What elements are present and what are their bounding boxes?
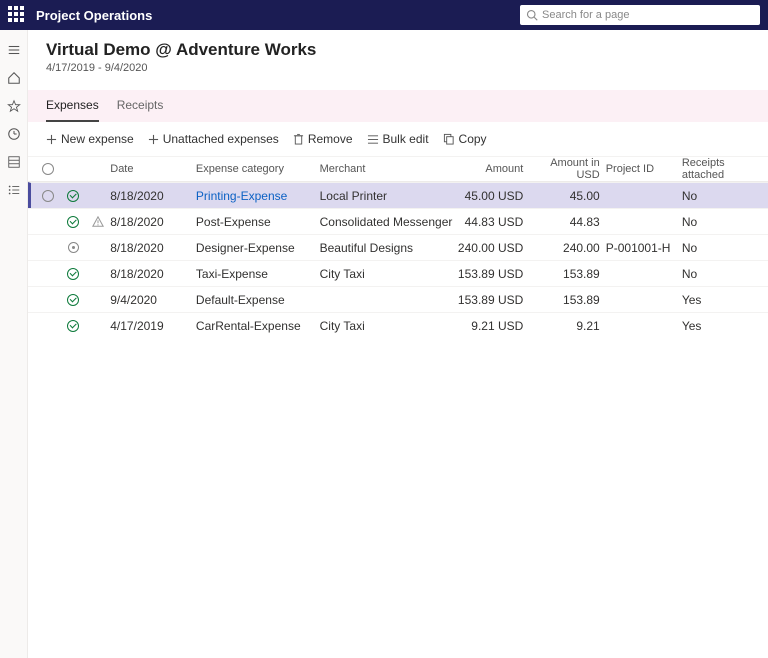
- sidebar-home-icon[interactable]: [0, 64, 27, 92]
- status-ok-icon: [67, 320, 79, 332]
- toolbar: New expense Unattached expenses Remove B…: [28, 122, 768, 156]
- cell-date: 9/4/2020: [110, 293, 196, 307]
- top-navbar: Project Operations: [0, 0, 768, 30]
- cell-receipts: Yes: [682, 319, 758, 333]
- cell-merchant: City Taxi: [320, 319, 453, 333]
- tab-receipts[interactable]: Receipts: [117, 90, 164, 122]
- status-ok-icon: [67, 268, 79, 280]
- cell-project-id: P-001001-H: [606, 241, 682, 255]
- status-ok-icon: [67, 216, 79, 228]
- cell-amount-usd: 153.89: [529, 293, 605, 307]
- cell-merchant: City Taxi: [320, 267, 453, 281]
- sidebar-grid-icon[interactable]: [0, 148, 27, 176]
- cell-amount-usd: 153.89: [529, 267, 605, 281]
- new-expense-label: New expense: [61, 132, 134, 146]
- cell-receipts: No: [682, 189, 758, 203]
- search-box[interactable]: [520, 5, 760, 25]
- copy-icon: [443, 133, 455, 145]
- col-header-date[interactable]: Date: [110, 163, 196, 175]
- page-title: Virtual Demo @ Adventure Works: [46, 40, 750, 60]
- grid-header-row: Date Expense category Merchant Amount Am…: [28, 156, 768, 182]
- bulk-edit-label: Bulk edit: [383, 132, 429, 146]
- bulk-edit-button[interactable]: Bulk edit: [367, 132, 429, 146]
- main-content: Virtual Demo @ Adventure Works 4/17/2019…: [28, 30, 768, 658]
- app-title: Project Operations: [36, 8, 152, 23]
- bulk-edit-icon: [367, 134, 379, 145]
- col-header-category[interactable]: Expense category: [196, 163, 320, 175]
- sidebar-star-icon[interactable]: [0, 92, 27, 120]
- plus-icon: [46, 134, 57, 145]
- cell-merchant: Consolidated Messenger: [320, 215, 453, 229]
- cell-date: 8/18/2020: [110, 241, 196, 255]
- unattached-button[interactable]: Unattached expenses: [148, 132, 279, 146]
- table-row[interactable]: 8/18/2020Designer-ExpenseBeautiful Desig…: [28, 234, 768, 260]
- cell-amount-usd: 9.21: [529, 319, 605, 333]
- cell-category: Post-Expense: [196, 215, 320, 229]
- cell-receipts: No: [682, 241, 758, 255]
- copy-label: Copy: [459, 132, 487, 146]
- cell-receipts: Yes: [682, 293, 758, 307]
- new-expense-button[interactable]: New expense: [46, 132, 134, 146]
- cell-merchant: Beautiful Designs: [320, 241, 453, 255]
- cell-amount: 153.89 USD: [453, 293, 529, 307]
- col-header-amount[interactable]: Amount: [453, 163, 529, 175]
- unattached-label: Unattached expenses: [163, 132, 279, 146]
- tab-expenses[interactable]: Expenses: [46, 90, 99, 122]
- table-row[interactable]: 4/17/2019CarRental-ExpenseCity Taxi9.21 …: [28, 312, 768, 338]
- sidebar-clock-icon[interactable]: [0, 120, 27, 148]
- cell-amount: 9.21 USD: [453, 319, 529, 333]
- table-row[interactable]: 9/4/2020Default-Expense 153.89 USD153.89 Y…: [28, 286, 768, 312]
- cell-amount: 240.00 USD: [453, 241, 529, 255]
- col-header-usd[interactable]: Amount in USD: [529, 157, 605, 181]
- cell-amount: 153.89 USD: [453, 267, 529, 281]
- col-header-project[interactable]: Project ID: [606, 163, 682, 175]
- cell-amount-usd: 240.00: [529, 241, 605, 255]
- cell-date: 8/18/2020: [110, 267, 196, 281]
- cell-date: 4/17/2019: [110, 319, 196, 333]
- status-ok-icon: [67, 294, 79, 306]
- status-ok-icon: [67, 190, 79, 202]
- row-select-radio[interactable]: [42, 190, 54, 202]
- cell-receipts: No: [682, 267, 758, 281]
- cell-category: Default-Expense: [196, 293, 320, 307]
- sidebar-list-icon[interactable]: [0, 176, 27, 204]
- expense-grid: Date Expense category Merchant Amount Am…: [28, 156, 768, 338]
- app-launcher-icon[interactable]: [8, 6, 26, 24]
- date-range: 4/17/2019 - 9/4/2020: [46, 62, 750, 74]
- remove-button[interactable]: Remove: [293, 132, 353, 146]
- sidebar-menu-icon[interactable]: [0, 36, 27, 64]
- cell-category: Designer-Expense: [196, 241, 320, 255]
- col-header-receipts[interactable]: Receipts attached: [682, 157, 758, 181]
- remove-label: Remove: [308, 132, 353, 146]
- cell-category: CarRental-Expense: [196, 319, 320, 333]
- cell-amount-usd: 45.00: [529, 189, 605, 203]
- cell-date: 8/18/2020: [110, 189, 196, 203]
- status-pending-icon: [68, 242, 79, 253]
- cell-amount-usd: 44.83: [529, 215, 605, 229]
- cell-category: Taxi-Expense: [196, 267, 320, 281]
- cell-receipts: No: [682, 215, 758, 229]
- tab-bar: Expenses Receipts: [28, 90, 768, 122]
- cell-date: 8/18/2020: [110, 215, 196, 229]
- search-input[interactable]: [520, 5, 760, 25]
- table-row[interactable]: 8/18/2020Post-ExpenseConsolidated Messen…: [28, 208, 768, 234]
- plus-icon: [148, 134, 159, 145]
- left-sidebar: [0, 30, 28, 658]
- col-header-merchant[interactable]: Merchant: [320, 163, 453, 175]
- table-row[interactable]: 8/18/2020Taxi-ExpenseCity Taxi153.89 USD…: [28, 260, 768, 286]
- warning-icon: [92, 216, 104, 228]
- copy-button[interactable]: Copy: [443, 132, 487, 146]
- search-icon: [526, 9, 538, 21]
- table-row[interactable]: 8/18/2020Printing-ExpenseLocal Printer45…: [28, 182, 768, 208]
- select-all-radio[interactable]: [42, 163, 54, 175]
- cell-amount: 45.00 USD: [453, 189, 529, 203]
- page-header: Virtual Demo @ Adventure Works 4/17/2019…: [28, 30, 768, 80]
- cell-amount: 44.83 USD: [453, 215, 529, 229]
- cell-merchant: Local Printer: [320, 189, 453, 203]
- cell-category[interactable]: Printing-Expense: [196, 189, 320, 203]
- trash-icon: [293, 133, 304, 145]
